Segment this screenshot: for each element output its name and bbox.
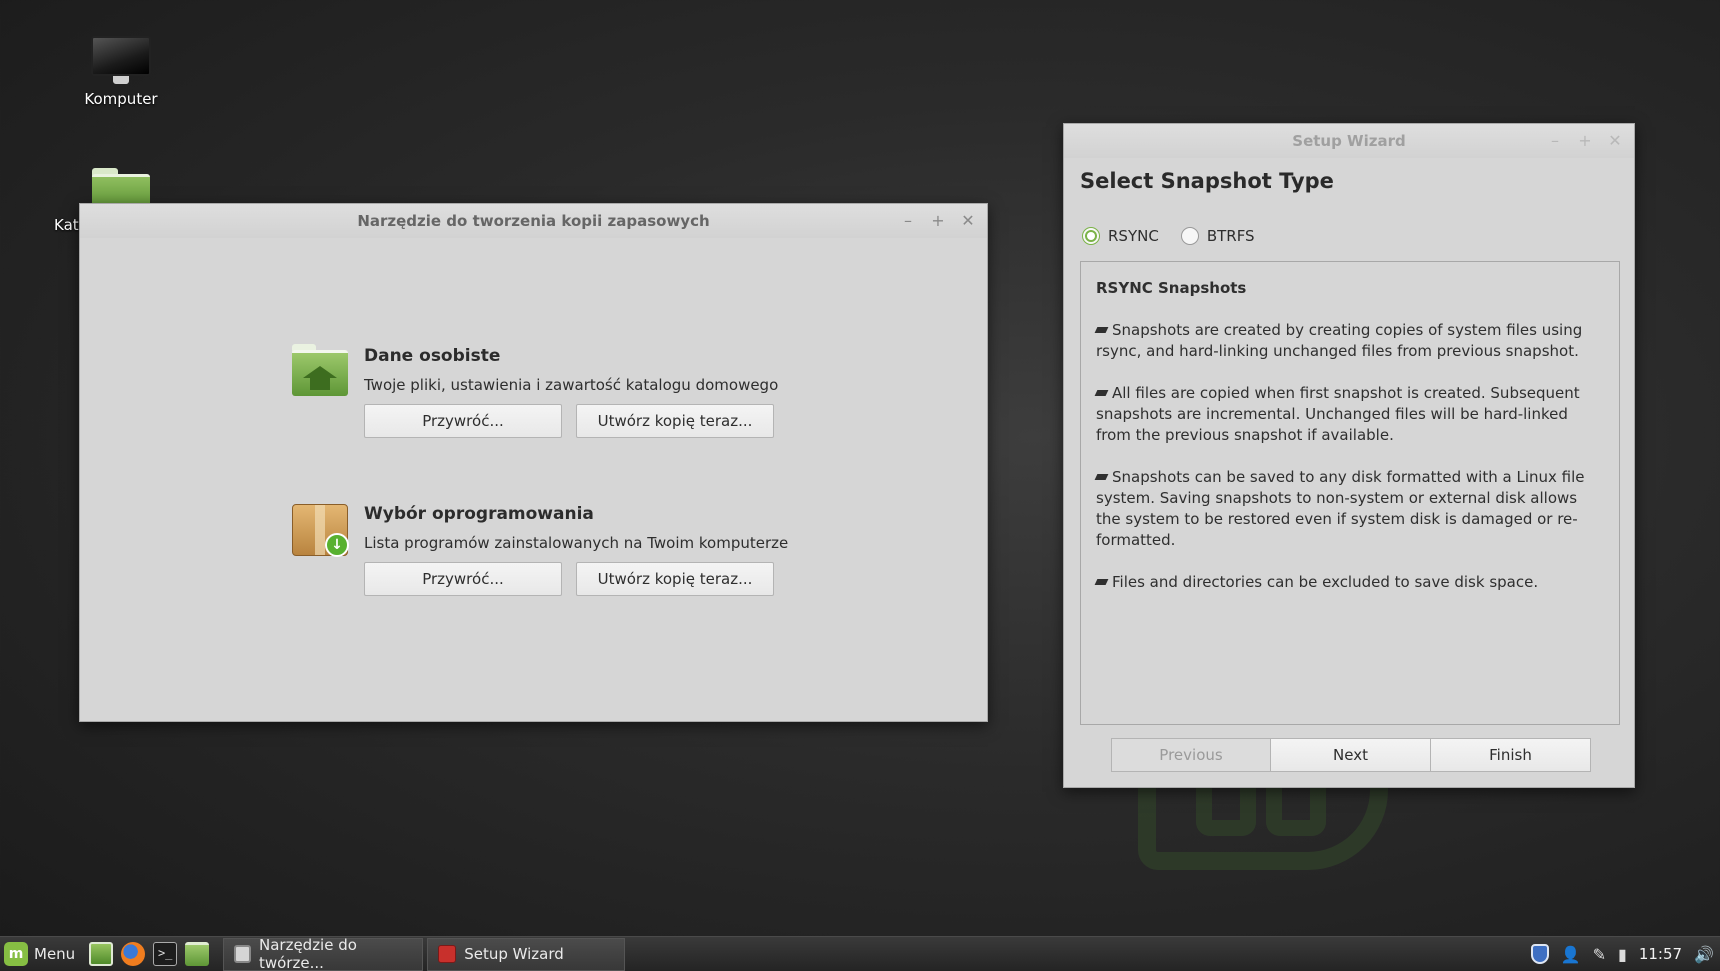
bullet-icon xyxy=(1094,579,1109,585)
clock[interactable]: 11:57 xyxy=(1639,945,1682,963)
package-icon: ↓ xyxy=(290,500,349,558)
maximize-button[interactable]: + xyxy=(929,204,947,238)
menu-label: Menu xyxy=(34,945,76,963)
shield-icon[interactable] xyxy=(1530,944,1549,964)
system-tray: 👤 ✎ ▮ 11:57 🔊 xyxy=(1530,944,1720,964)
task-label: Setup Wizard xyxy=(464,945,564,963)
radio-btrfs[interactable]: BTRFS xyxy=(1180,227,1255,245)
restore-software-button[interactable]: Przywróć... xyxy=(364,562,562,596)
bullet-icon xyxy=(1094,474,1109,480)
wizard-navigation: Previous Next Finish xyxy=(1111,738,1591,772)
radio-label: RSYNC xyxy=(1108,227,1159,245)
radio-indicator xyxy=(1180,227,1199,245)
backup-window-titlebar[interactable]: Narzędzie do tworzenia kopii zapasowych … xyxy=(80,204,987,238)
setup-wizard-window: Setup Wizard – + ✕ Select Snapshot Type … xyxy=(1063,123,1635,788)
radio-rsync[interactable]: RSYNC xyxy=(1082,227,1159,245)
backup-software-button[interactable]: Utwórz kopię teraz... xyxy=(576,562,774,596)
info-bullet: Snapshots are created by creating copies… xyxy=(1094,321,1583,360)
radio-label: BTRFS xyxy=(1206,227,1255,245)
show-desktop-icon[interactable] xyxy=(89,942,114,966)
wizard-titlebar[interactable]: Setup Wizard – + ✕ xyxy=(1064,124,1634,158)
monitor-icon xyxy=(91,36,151,84)
minimize-button[interactable]: – xyxy=(1546,124,1564,158)
desktop-icon-computer[interactable]: Komputer xyxy=(66,36,176,108)
personal-data-section: Dane osobiste Twoje pliki, ustawienia i … xyxy=(290,338,778,438)
snapshot-info-panel: RSYNC Snapshots Snapshots are created by… xyxy=(1080,261,1620,725)
backup-tool-window: Narzędzie do tworzenia kopii zapasowych … xyxy=(79,203,988,722)
bullet-icon xyxy=(1094,327,1109,333)
radio-indicator xyxy=(1082,227,1100,245)
wizard-heading: Select Snapshot Type xyxy=(1080,169,1334,193)
previous-button[interactable]: Previous xyxy=(1111,738,1271,772)
files-icon[interactable] xyxy=(185,942,210,966)
info-bullet: Snapshots can be saved to any disk forma… xyxy=(1094,468,1585,549)
terminal-icon[interactable]: >_ xyxy=(153,942,178,966)
task-setup-wizard[interactable]: Setup Wizard xyxy=(427,937,626,971)
user-icon[interactable]: 👤 xyxy=(1561,945,1581,964)
bullet-icon xyxy=(1094,390,1109,396)
window-title: Setup Wizard xyxy=(1292,132,1406,150)
section-description: Twoje pliki, ustawienia i zawartość kata… xyxy=(364,376,779,394)
firefox-icon[interactable] xyxy=(121,942,146,966)
pen-icon[interactable]: ✎ xyxy=(1593,945,1606,964)
info-bullet: All files are copied when first snapshot… xyxy=(1094,384,1580,444)
snapshot-type-options: RSYNC BTRFS xyxy=(1082,227,1255,245)
mint-logo-icon: m xyxy=(4,942,28,966)
desktop-icon-label: Komputer xyxy=(84,90,158,108)
section-title: Wybór oprogramowania xyxy=(364,504,594,524)
restore-personal-button[interactable]: Przywróć... xyxy=(364,404,562,438)
next-button[interactable]: Next xyxy=(1271,738,1431,772)
section-title: Dane osobiste xyxy=(364,346,501,366)
software-selection-section: ↓ Wybór oprogramowania Lista programów z… xyxy=(290,496,788,596)
task-label: Narzędzie do twórze... xyxy=(258,936,357,971)
home-folder-icon xyxy=(290,342,348,400)
info-title: RSYNC Snapshots xyxy=(1096,279,1247,297)
wizard-app-icon xyxy=(438,945,457,963)
battery-icon[interactable]: ▮ xyxy=(1618,945,1627,964)
section-description: Lista programów zainstalowanych na Twoim… xyxy=(364,534,789,552)
task-backup-tool[interactable]: Narzędzie do twórze... xyxy=(223,936,424,971)
taskbar: m Menu >_ Narzędzie do twórze... Setup W… xyxy=(0,936,1720,971)
close-button[interactable]: ✕ xyxy=(959,204,977,238)
menu-button[interactable]: m Menu xyxy=(0,942,85,966)
window-title: Narzędzie do tworzenia kopii zapasowych xyxy=(357,212,710,230)
close-button[interactable]: ✕ xyxy=(1606,124,1624,158)
backup-personal-button[interactable]: Utwórz kopię teraz... xyxy=(576,404,774,438)
maximize-button[interactable]: + xyxy=(1576,124,1594,158)
volume-icon[interactable]: 🔊 xyxy=(1694,945,1714,964)
info-bullet: Files and directories can be excluded to… xyxy=(1094,572,1604,593)
minimize-button[interactable]: – xyxy=(899,204,917,238)
backup-app-icon xyxy=(234,945,251,963)
finish-button[interactable]: Finish xyxy=(1431,738,1591,772)
